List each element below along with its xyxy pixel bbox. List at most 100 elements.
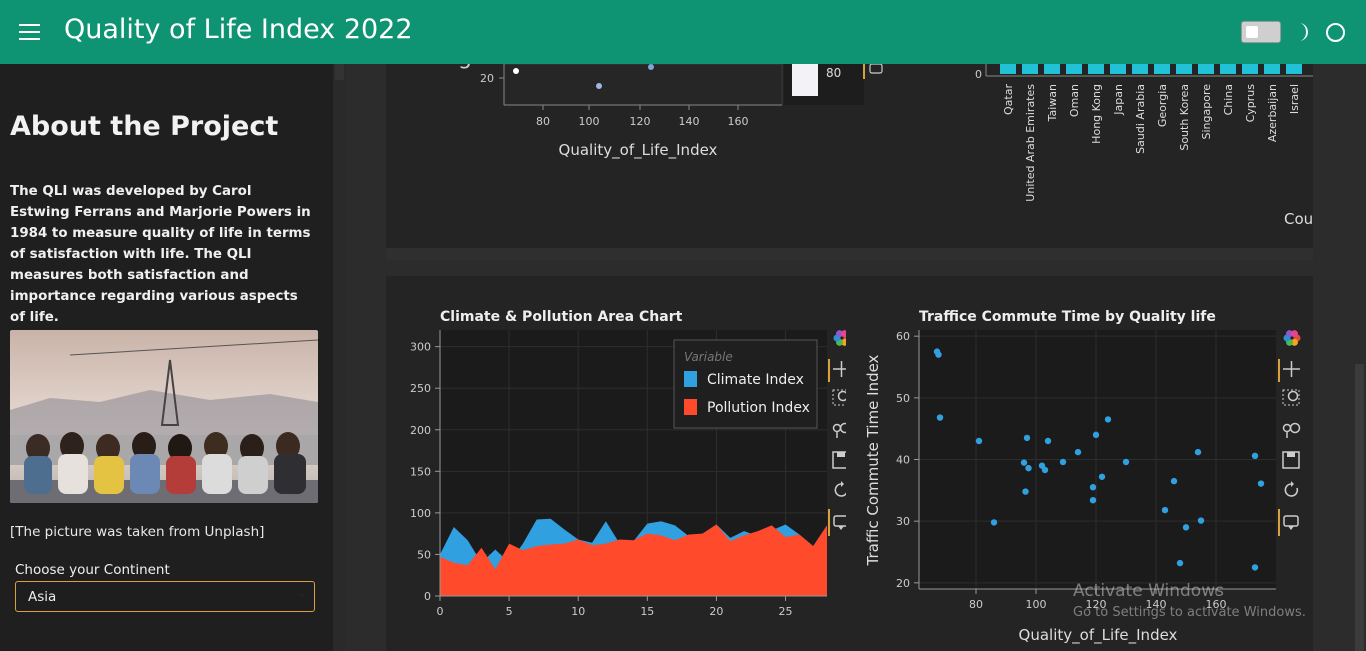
- scatter-chart-title: Traffice Commute Time by Quality life: [919, 309, 1216, 325]
- sidebar: About the Project The QLI was developed …: [0, 64, 346, 651]
- scatter-point: [1122, 458, 1130, 466]
- hover-icon[interactable]: [869, 64, 883, 74]
- bar: [1242, 64, 1258, 74]
- legend-pollution: Pollution Index: [707, 400, 810, 416]
- scatter-point: [1197, 517, 1205, 524]
- scatter-point: [1020, 459, 1028, 466]
- scatter-ytick: 50: [896, 392, 910, 405]
- scatter-point: [1074, 448, 1082, 456]
- legend-title: Variable: [684, 350, 733, 364]
- menu-icon[interactable]: [19, 24, 40, 40]
- bar: [1044, 64, 1060, 74]
- scatter-point: [1176, 559, 1184, 567]
- scatter-ylabel: Traffic Commute Time Index: [864, 354, 882, 566]
- continent-label: Choose your Continent: [15, 562, 170, 578]
- hover-icon[interactable]: [833, 515, 846, 530]
- project-photo: [10, 330, 318, 503]
- reset-icon[interactable]: [1284, 481, 1299, 497]
- scatter-point: [1251, 452, 1259, 459]
- legend-swatch-pollution: [684, 399, 697, 415]
- area-ytick: 100: [410, 507, 431, 520]
- moon-icon[interactable]: [1292, 22, 1310, 42]
- country-label: China: [1222, 84, 1235, 115]
- area-ytick: 200: [410, 424, 431, 437]
- scatter-xlabel: Quality_of_Life_Index: [559, 141, 718, 160]
- pan-icon[interactable]: [1283, 361, 1300, 377]
- about-text: The QLI was developed by Carol Estwing F…: [10, 184, 311, 325]
- horizontal-scrollbar[interactable]: [386, 248, 1313, 260]
- image-caption: [The picture was taken from Unplash]: [10, 524, 265, 540]
- scatter-point: [935, 351, 942, 358]
- country-label: Singapore: [1200, 84, 1213, 140]
- circle-icon[interactable]: [1326, 23, 1345, 42]
- colorbar-tick: 80: [826, 66, 841, 80]
- scatter-point: [1022, 488, 1029, 495]
- box-zoom-icon[interactable]: [832, 389, 846, 406]
- bokeh-logo-icon[interactable]: [833, 330, 847, 346]
- bar: [1176, 64, 1192, 74]
- scatter-ytick: 20: [480, 72, 494, 85]
- legend-climate: Climate Index: [707, 372, 804, 388]
- scatter-point: [1257, 480, 1265, 487]
- colorbar: [792, 64, 818, 96]
- bar: [1088, 64, 1104, 74]
- scatter-xtick: 160: [728, 115, 749, 128]
- area-ytick: 250: [410, 382, 431, 395]
- pan-icon[interactable]: [833, 361, 846, 377]
- scatter-xlabel-bottom: Quality_of_Life_Index: [1019, 626, 1178, 645]
- bar: [1264, 64, 1280, 74]
- area-xtick: 25: [779, 605, 793, 618]
- scatter-xtick: 120: [630, 115, 651, 128]
- scatter-ytick: 60: [896, 330, 910, 343]
- bar: [1000, 64, 1016, 74]
- main-scrollbar[interactable]: [1353, 64, 1366, 651]
- area-chart-title: Climate & Pollution Area Chart: [440, 309, 683, 325]
- scatter-xtick: 100: [1026, 598, 1047, 611]
- theme-toggle[interactable]: [1241, 21, 1281, 43]
- watermark-subtitle: Go to Settings to activate Windows.: [1073, 605, 1306, 620]
- scatter-point: [1089, 484, 1097, 491]
- scatter-point: [648, 64, 654, 70]
- bokeh-logo-icon[interactable]: [1283, 330, 1301, 346]
- scatter-ytick: 20: [896, 577, 910, 590]
- wheel-zoom-icon[interactable]: [1282, 422, 1301, 439]
- wheel-zoom-icon[interactable]: [832, 422, 847, 439]
- continent-select[interactable]: Asia: [15, 581, 315, 612]
- area-xtick: 10: [571, 605, 585, 618]
- reset-icon[interactable]: [834, 481, 846, 497]
- area-chart: Climate & Pollution Area Chart 050100150…: [410, 309, 847, 618]
- save-icon[interactable]: [832, 451, 846, 469]
- top-card: 20 g 80 100 120 140 160 Quality_of_Life_Inde…: [386, 64, 1313, 260]
- sidebar-scrollbar[interactable]: [333, 64, 346, 651]
- scatter-point: [596, 83, 602, 89]
- bar: [1198, 64, 1214, 74]
- scatter-point: [1059, 458, 1067, 466]
- country-label: Israel: [1288, 84, 1301, 114]
- scatter-point: [513, 68, 519, 74]
- box-zoom-icon[interactable]: [1282, 389, 1300, 406]
- country-label: Japan: [1112, 84, 1125, 116]
- scatter-ytick: 30: [896, 515, 910, 528]
- chevron-down-icon: [298, 593, 306, 599]
- area-ytick: 300: [410, 341, 431, 354]
- hover-icon[interactable]: [1283, 515, 1299, 530]
- bar: [1022, 64, 1038, 74]
- scatter-xtick: 140: [679, 115, 700, 128]
- bar: [1066, 64, 1082, 74]
- app-title: Quality of Life Index 2022: [64, 14, 413, 45]
- country-label: Cyprus: [1244, 84, 1257, 123]
- scatter-point: [1023, 434, 1031, 442]
- scatter-point: [936, 414, 944, 421]
- watermark-title: Activate Windows: [1073, 581, 1224, 601]
- scatter-xtick: 80: [536, 115, 550, 128]
- country-label: Taiwan: [1046, 84, 1059, 122]
- scatter-point: [1170, 477, 1178, 485]
- legend-swatch-climate: [684, 371, 697, 387]
- country-label: South Korea: [1178, 84, 1191, 151]
- scatter-point: [1098, 473, 1106, 480]
- area-ytick: 0: [424, 590, 431, 603]
- save-icon[interactable]: [1282, 451, 1300, 469]
- country-label: Saudi Arabia: [1134, 84, 1147, 154]
- area-xtick: 15: [640, 605, 654, 618]
- country-label: United Arab Emirates: [1024, 84, 1037, 202]
